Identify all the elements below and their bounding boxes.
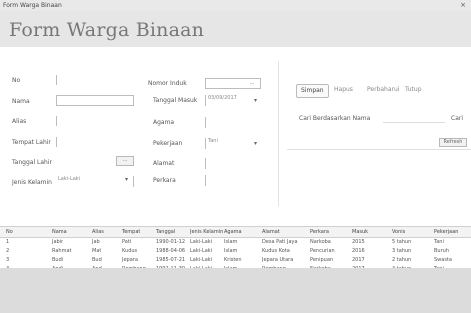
field-perkara[interactable] [205,175,261,186]
column-header[interactable]: Masuk [352,227,368,237]
table-cell: Buruh [434,248,449,254]
table-cell: Bud [92,257,102,263]
page-header: Form Warga Binaan [0,11,471,47]
table-cell: Rahmat [52,248,72,254]
table-cell: Kristen [224,257,242,263]
table-cell: 1985-07-21 [156,257,186,263]
field-alias[interactable] [56,116,134,126]
search-label: Cari Berdasarkan Nama [299,115,371,122]
tab-tutup[interactable]: Tutup [405,84,422,96]
table-cell: Desa Pati Jaya [262,239,298,245]
data-table: No Nama Alias Tempat Tanggal Jenis Kelamin Aga… [0,226,471,274]
table-cell: 2 tahun [392,257,412,263]
column-header[interactable]: Vonis [392,227,405,237]
table-row[interactable]: 2 Rahmat Mat Kudus 1988-04-06 Laki-Laki Islam K… [0,247,471,256]
table-cell: Narkoba [310,239,331,245]
table-row[interactable]: 3 Budi Bud Jepara 1985-07-21 Laki-Laki Kristen… [0,256,471,265]
table-cell: 3 [6,257,10,263]
table-cell: Jabir [52,239,64,245]
cari-button[interactable]: Cari [451,115,463,122]
column-header[interactable]: Jenis Kelamin [190,227,223,237]
chevron-down-icon[interactable]: ▾ [254,140,257,147]
column-header[interactable]: Perkara [310,227,329,237]
label-agama: Agama [153,119,175,126]
label-nomor-induk: Nomor Induk [148,80,187,87]
label-tempat-lahir: Tempat Lahir [12,139,51,146]
table-cell: Tani [434,239,444,245]
label-tanggal-lahir: Tanggal Lahir [12,159,52,166]
column-header[interactable]: Alamat [262,227,280,237]
action-panel: Simpan Hapus Perbaharui Tutup Cari Berda… [287,54,471,150]
field-no[interactable] [56,75,134,85]
column-header[interactable]: Tanggal [156,227,175,237]
label-nama: Nama [12,98,30,105]
field-nama[interactable] [56,95,134,106]
label-jenis-kelamin: Jenis Kelamin [12,179,52,186]
table-cell: 2 [6,248,10,254]
footer-area [0,268,471,313]
column-header[interactable]: Agama [224,227,242,237]
label-tanggal-masuk: Tanggal Masuk [153,97,198,104]
field-agama[interactable] [205,117,261,128]
table-cell: Islam [224,239,238,245]
table-cell: Penipuan [310,257,334,263]
table-cell: Pencurian [310,248,335,254]
column-header[interactable]: No [6,227,13,237]
label-perkara: Perkara [153,177,176,184]
tab-perbaharui[interactable]: Perbaharui [367,84,399,96]
table-cell: Laki-Laki [190,257,213,263]
table-cell: Jab [92,239,100,245]
column-header[interactable]: Pekerjaan [434,227,458,237]
table-cell: 2015 [352,239,365,245]
table-cell: 2016 [352,248,365,254]
table-cell: Kudus Kota [262,248,290,254]
table-cell: 5 tahun [392,239,412,245]
table-cell: Jepara Utara [262,257,294,263]
search-input[interactable] [383,112,445,123]
refresh-button[interactable]: Refresh [439,138,467,147]
table-cell: Swasta [434,257,452,263]
table-cell: Islam [224,248,238,254]
label-alias: Alias [12,118,27,125]
table-cell: 1988-04-06 [156,248,186,254]
field-tanggal-masuk[interactable]: 03/09/2017 [205,95,261,106]
close-icon[interactable]: × [460,1,466,9]
nomor-induk-browse-button[interactable]: ... [245,80,259,88]
table-cell: Jepara [122,257,138,263]
field-alamat[interactable] [205,158,261,169]
field-pekerjaan[interactable]: Tani [205,138,261,149]
table-cell: Mat [92,248,102,254]
table-cell: Budi [52,257,64,263]
calendar-icon[interactable]: ▾ [254,97,257,104]
divider [287,149,471,150]
table-row[interactable]: 1 Jabir Jab Pati 1990-01-12 Laki-Laki Islam Des… [0,238,471,247]
table-header: No Nama Alias Tempat Tanggal Jenis Kelamin Aga… [0,226,471,238]
tab-simpan[interactable]: Simpan [296,84,329,98]
table-cell: Laki-Laki [190,248,213,254]
table-cell: 3 tahun [392,248,412,254]
tab-hapus[interactable]: Hapus [334,84,353,96]
table-cell: Kudus [122,248,138,254]
label-alamat: Alamat [153,160,175,167]
chevron-down-icon[interactable]: ▾ [125,176,128,183]
column-header[interactable]: Alias [92,227,104,237]
column-header[interactable]: Tempat [122,227,140,237]
label-no: No [12,77,21,84]
window-title: Form Warga Binaan [3,2,62,9]
label-pekerjaan: Pekerjaan [153,140,183,147]
page-title: Form Warga Binaan [9,19,205,41]
table-cell: 2017 [352,257,365,263]
field-jenis-kelamin[interactable]: Laki-Laki [56,176,134,187]
table-cell: Laki-Laki [190,239,213,245]
column-header[interactable]: Nama [52,227,67,237]
form-left-panel: No Nama Alias Tempat Lahir Tanggal Lahir… [12,61,279,206]
table-cell: Pati [122,239,132,245]
table-cell: 1 [6,239,10,245]
tanggal-lahir-picker-button[interactable]: ... [116,156,134,166]
table-cell: 1990-01-12 [156,239,186,245]
field-tempat-lahir[interactable] [56,137,134,147]
